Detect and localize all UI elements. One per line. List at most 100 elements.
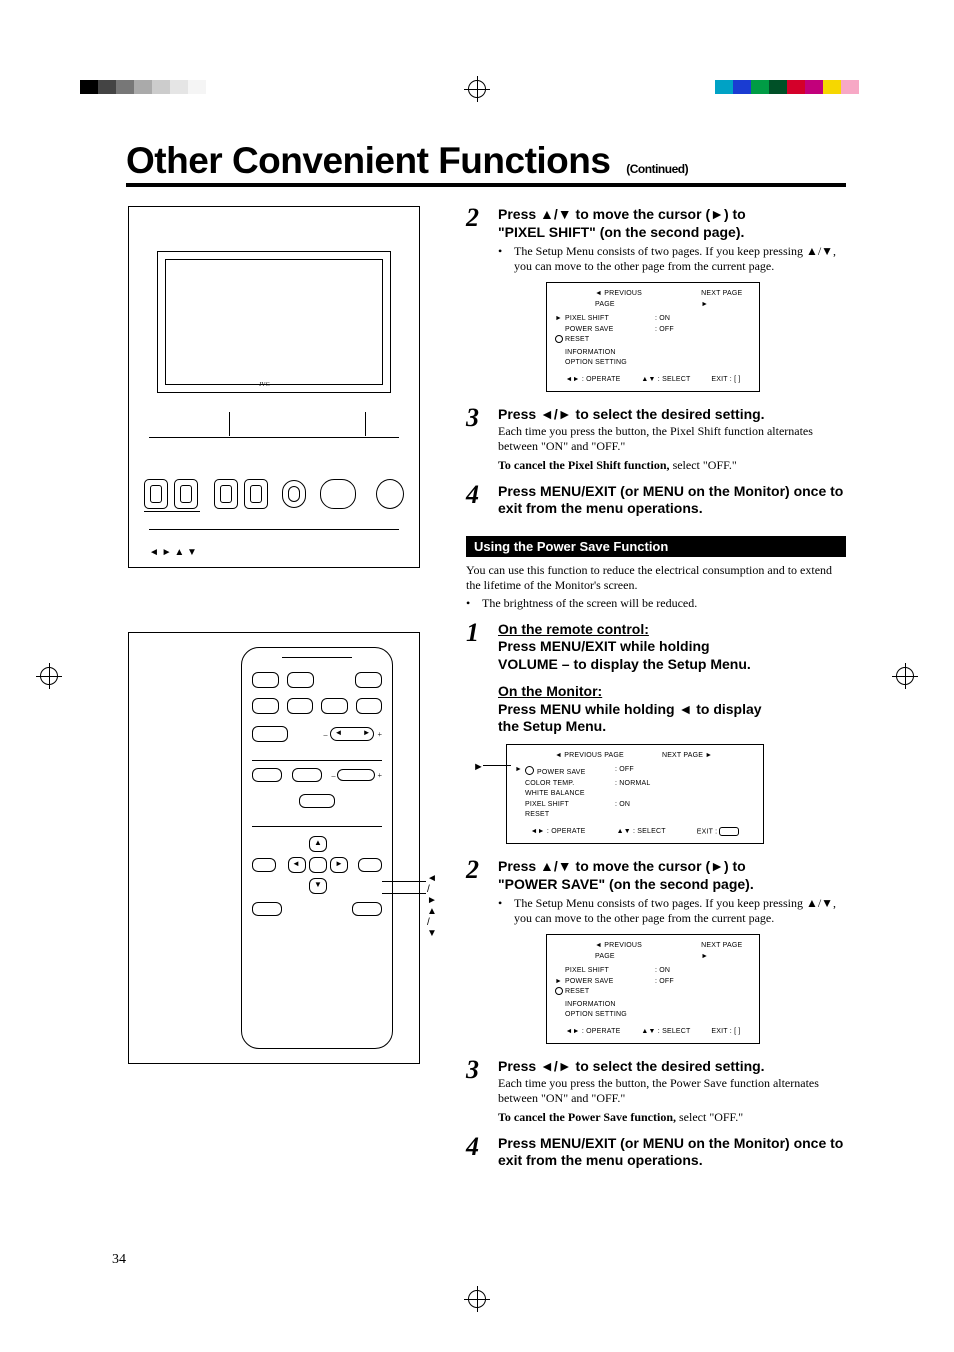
underline <box>144 511 200 512</box>
registration-bottom <box>0 1290 954 1310</box>
title-rule <box>126 183 846 187</box>
remote-illustration: – ◄ ► + <box>128 632 420 1064</box>
divider <box>252 760 382 761</box>
remote-up-button: ▲ <box>309 836 327 852</box>
divider <box>149 529 399 530</box>
bullet: • The Setup Menu consists of two pages. … <box>498 896 846 926</box>
section-title: Other Convenient Functions (Continued) <box>126 140 688 182</box>
step-lead: Press MENU/EXIT while holding VOLUME – t… <box>498 638 846 673</box>
remote-button <box>352 902 382 916</box>
monitor-illustration: JVC ◄ ► ▲ ▼ <box>128 206 420 568</box>
right-column: 2 Press ▲/▼ to move the cursor (►) to "P… <box>466 206 846 1178</box>
remote-right-button: ► <box>330 857 348 873</box>
intro-text: You can use this function to reduce the … <box>466 563 846 593</box>
step-lead: Press ▲/▼ to move the cursor (►) to "PIX… <box>498 206 846 241</box>
remote-rocker <box>337 769 375 781</box>
grayscale-chips <box>80 80 206 94</box>
monitor-arrow-labels: ◄ ► ▲ ▼ <box>149 547 223 558</box>
monitor-menu-button <box>282 480 306 508</box>
remote-body: – ◄ ► + <box>241 647 393 1049</box>
title-text: Other Convenient Functions <box>126 140 610 181</box>
divider <box>252 826 382 827</box>
osd-setup-menu: ◄ PREVIOUS PAGE NEXT PAGE ► ►PIXEL SHIFT… <box>546 282 760 392</box>
remote-button <box>252 726 288 742</box>
monitor-vol-down-button <box>144 479 168 509</box>
step-lead: Press ◄/► to select the desired setting. <box>498 406 846 424</box>
monitor-vol-up-button <box>174 479 198 509</box>
remote-ok-button <box>309 857 327 873</box>
ps-step-2: 2 Press ▲/▼ to move the cursor (►) to "P… <box>466 858 846 926</box>
remote-arrow-callout: ◄ / ► ▲ / ▼ <box>427 873 437 939</box>
remote-button <box>292 768 322 782</box>
step-lead: Press MENU while holding ◄ to display th… <box>498 701 846 736</box>
subsection-bar: Using the Power Save Function <box>466 536 846 557</box>
step-number: 4 <box>466 1135 484 1170</box>
step-lead: Press MENU/EXIT (or MENU on the Monitor)… <box>498 1135 846 1170</box>
remote-button <box>252 698 279 714</box>
remote-ir-window <box>282 651 352 658</box>
remote-button <box>287 672 314 688</box>
monitor-ch-down-button <box>214 479 238 509</box>
cursor-indicator-icon: ► <box>473 759 484 776</box>
sub-heading: On the remote control: <box>498 621 846 639</box>
step-text: Each time you press the button, the Powe… <box>498 1076 846 1106</box>
step-note: To cancel the Pixel Shift function, sele… <box>498 458 846 473</box>
remote-button <box>252 858 276 872</box>
step-number: 2 <box>466 206 484 274</box>
remote-button <box>252 902 282 916</box>
remote-button <box>358 858 382 872</box>
step-lead: Press ▲/▼ to move the cursor (►) to "POW… <box>498 858 846 893</box>
step-lead: Press MENU/EXIT (or MENU on the Monitor)… <box>498 483 846 518</box>
monitor-button-row <box>144 479 404 509</box>
monitor-power-button <box>376 479 404 509</box>
monitor-ch-up-button <box>244 479 268 509</box>
page: Other Convenient Functions (Continued) J… <box>0 0 954 1352</box>
step-3: 3 Press ◄/► to select the desired settin… <box>466 406 846 473</box>
step-text: Each time you press the button, the Pixe… <box>498 424 846 454</box>
left-column: JVC ◄ ► ▲ ▼ <box>128 206 436 1064</box>
registration-mark-icon <box>468 1290 486 1308</box>
step-lead: Press ◄/► to select the desired setting. <box>498 1058 846 1076</box>
registration-mark-icon <box>40 667 58 685</box>
monitor-screen <box>157 251 391 393</box>
bullet: • The Setup Menu consists of two pages. … <box>498 244 846 274</box>
ps-step-3: 3 Press ◄/► to select the desired settin… <box>466 1058 846 1125</box>
title-continued: (Continued) <box>626 162 688 176</box>
step-2: 2 Press ▲/▼ to move the cursor (►) to "P… <box>466 206 846 274</box>
remote-button <box>356 698 383 714</box>
monitor-screen-inner <box>165 259 383 385</box>
remote-left-button: ◄ <box>288 857 306 873</box>
step-number: 1 <box>466 621 484 736</box>
color-chips <box>715 80 859 94</box>
monitor-input-button <box>320 479 356 509</box>
step-number: 2 <box>466 858 484 926</box>
sub-heading: On the Monitor: <box>498 683 846 701</box>
step-note: To cancel the Power Save function, selec… <box>498 1110 846 1125</box>
remote-button <box>321 698 348 714</box>
remote-button <box>287 698 314 714</box>
step-number: 3 <box>466 1058 484 1125</box>
ps-step-4: 4 Press MENU/EXIT (or MENU on the Monito… <box>466 1135 846 1170</box>
remote-button <box>252 768 282 782</box>
remote-down-button: ▼ <box>309 878 327 894</box>
remote-button <box>355 672 382 688</box>
osd-setup-menu: ◄ PREVIOUS PAGE NEXT PAGE ► PIXEL SHIFT:… <box>546 934 760 1044</box>
callout-line <box>382 893 426 894</box>
monitor-brand-label: JVC <box>259 382 270 388</box>
callout-line <box>483 765 511 766</box>
osd-setup-menu-main: ► ◄ PREVIOUS PAGE NEXT PAGE ► ►POWER SAV… <box>506 744 764 845</box>
remote-button <box>299 794 335 808</box>
step-4: 4 Press MENU/EXIT (or MENU on the Monito… <box>466 483 846 518</box>
callout-line <box>382 881 426 882</box>
page-number: 34 <box>112 1252 126 1268</box>
step-number: 3 <box>466 406 484 473</box>
remote-button <box>252 672 279 688</box>
registration-top <box>0 80 954 100</box>
ps-step-1: 1 On the remote control: Press MENU/EXIT… <box>466 621 846 736</box>
remote-rocker: ◄ ► <box>330 727 374 741</box>
registration-mark-icon <box>896 667 914 685</box>
bullet: • The brightness of the screen will be r… <box>466 596 846 611</box>
step-number: 4 <box>466 483 484 518</box>
registration-mark-icon <box>468 80 486 98</box>
divider <box>149 437 399 438</box>
